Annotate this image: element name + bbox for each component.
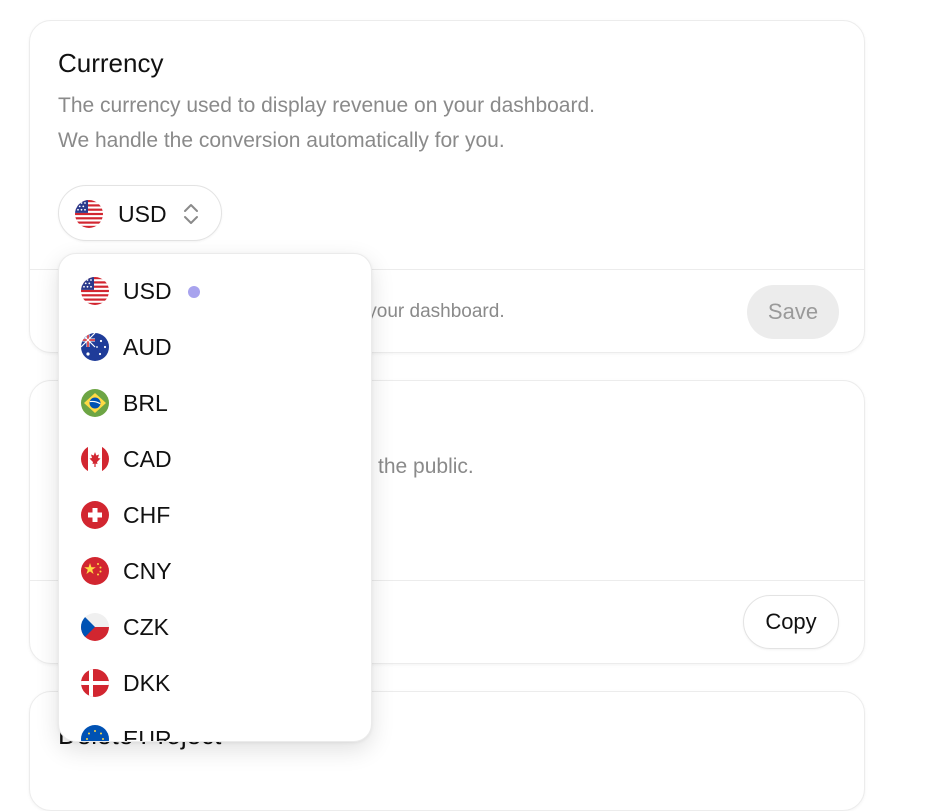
currency-option-label: USD <box>123 278 172 304</box>
currency-option-label: CNY <box>123 558 172 584</box>
eu-flag-icon <box>81 725 109 741</box>
currency-option-label: CAD <box>123 446 172 472</box>
cz-flag-icon <box>81 613 109 641</box>
currency-option-cad[interactable]: CAD <box>59 433 371 485</box>
currency-option-eur[interactable]: EUR <box>59 713 371 742</box>
currency-select[interactable]: USD <box>58 185 222 241</box>
us-flag-icon <box>81 277 109 305</box>
ca-flag-icon <box>81 445 109 473</box>
copy-button[interactable]: Copy <box>743 595 839 649</box>
currency-option-cny[interactable]: CNY <box>59 545 371 597</box>
currency-option-usd[interactable]: USD <box>59 265 371 317</box>
us-flag-icon <box>75 200 103 228</box>
currency-dropdown: USD AUD BRL CAD CHF CNY CZK DKK EUR <box>58 253 372 742</box>
currency-option-brl[interactable]: BRL <box>59 377 371 429</box>
cn-flag-icon <box>81 557 109 585</box>
dk-flag-icon <box>81 669 109 697</box>
currency-title: Currency <box>58 48 164 78</box>
selected-indicator-dot <box>188 286 200 298</box>
save-button[interactable]: Save <box>747 285 839 339</box>
currency-option-label: EUR <box>123 726 172 742</box>
currency-option-czk[interactable]: CZK <box>59 601 371 653</box>
public-card-description: the public. <box>378 455 474 478</box>
currency-option-chf[interactable]: CHF <box>59 489 371 541</box>
currency-option-label: BRL <box>123 390 168 416</box>
currency-option-label: CZK <box>123 614 169 640</box>
br-flag-icon <box>81 389 109 417</box>
currency-select-value: USD <box>118 201 167 227</box>
currency-option-label: AUD <box>123 334 172 360</box>
currency-option-label: DKK <box>123 670 171 696</box>
currency-option-dkk[interactable]: DKK <box>59 657 371 709</box>
au-flag-icon <box>81 333 109 361</box>
currency-option-label: CHF <box>123 502 171 528</box>
currency-description-line1: The currency used to display revenue on … <box>58 94 595 117</box>
currency-description-line2: We handle the conversion automatically f… <box>58 129 505 152</box>
currency-option-aud[interactable]: AUD <box>59 321 371 373</box>
chevron-up-down-icon <box>180 201 202 232</box>
ch-flag-icon <box>81 501 109 529</box>
